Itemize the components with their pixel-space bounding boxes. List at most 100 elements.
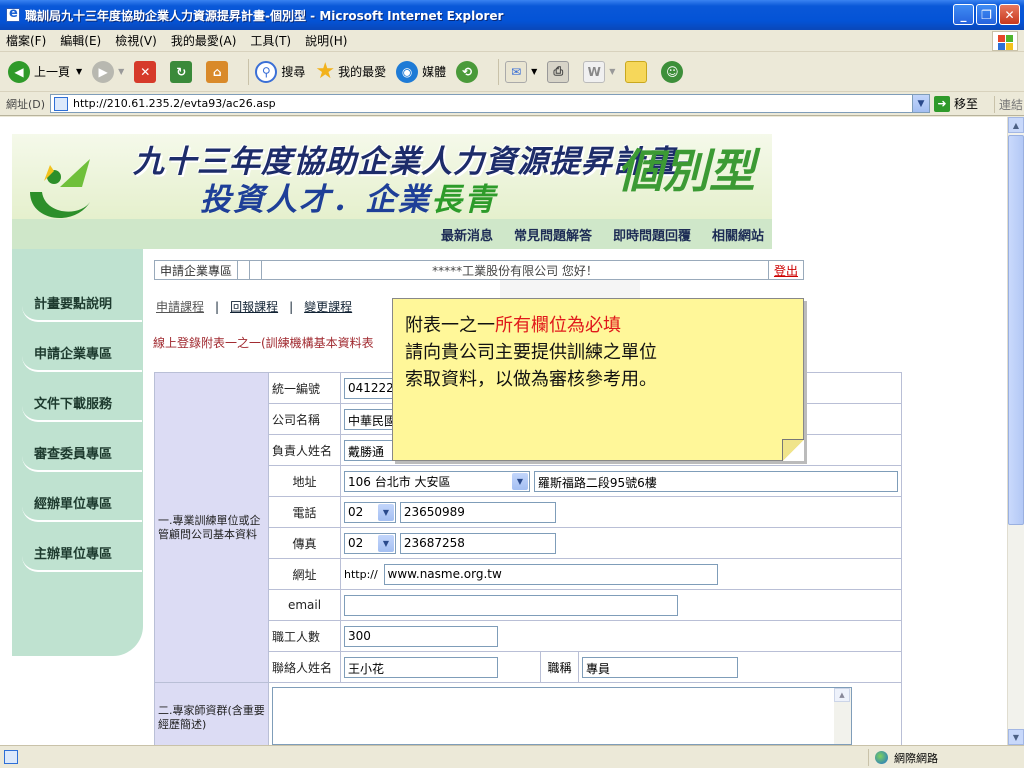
go-label: 移至	[954, 97, 979, 111]
chevron-down-icon: ▼	[378, 534, 394, 552]
nav-instant-reply[interactable]: 即時問題回覆	[613, 225, 691, 244]
menu-file[interactable]: 檔案(F)	[6, 32, 46, 49]
go-button[interactable]: ➜ 移至	[934, 95, 978, 112]
scroll-down-icon[interactable]: ▼	[1008, 729, 1024, 745]
section2-label: 二.專家師資群(含重要經歷簡述)	[154, 682, 269, 745]
street-field[interactable]: 羅斯福路二段95號6樓	[533, 470, 898, 492]
print-button[interactable]: ⎙	[547, 60, 573, 83]
search-icon: ⚲	[255, 60, 278, 83]
sidebar-item-operators[interactable]: 經辦單位專區	[12, 484, 143, 524]
go-arrow-icon: ➜	[934, 95, 950, 112]
media-button[interactable]: ◉ 媒體	[396, 60, 446, 83]
close-button[interactable]: ✕	[999, 4, 1020, 25]
phone-area-value: 02	[348, 505, 364, 519]
menu-view[interactable]: 檢視(V)	[115, 32, 157, 49]
textarea-scrollbar[interactable]: ▲	[834, 688, 851, 744]
forward-button[interactable]: ▶ ▼	[92, 60, 124, 83]
mail-button[interactable]: ✉ ▼	[505, 60, 538, 83]
tab-apply-course[interactable]: 申請課程	[156, 300, 204, 314]
email-field[interactable]	[344, 594, 678, 616]
menu-edit[interactable]: 編輯(E)	[60, 32, 101, 49]
back-label: 上一頁	[34, 65, 71, 79]
window-titlebar: 職訓局九十三年度協助企業人力資源提昇計畫-個別型 - Microsoft Int…	[0, 0, 1024, 30]
scroll-up-icon[interactable]: ▲	[834, 688, 850, 702]
sidebar-item-apply[interactable]: 申請企業專區	[12, 334, 143, 374]
sidebar-item-reviewers[interactable]: 審查委員專區	[12, 434, 143, 474]
favorites-label: 我的最愛	[338, 65, 387, 79]
district-select[interactable]: 106 台北市 大安區 ▼	[344, 470, 530, 492]
fax-area-value: 02	[348, 536, 364, 550]
status-bar: 網際網路	[0, 745, 1024, 768]
history-icon: ⟲	[456, 60, 479, 83]
scroll-thumb[interactable]	[1008, 135, 1024, 525]
contact-field[interactable]: 王小花	[344, 656, 498, 678]
logout-link[interactable]: 登出	[769, 261, 803, 279]
phone-area-select[interactable]: 02 ▼	[344, 501, 396, 523]
page-status-icon	[4, 750, 18, 764]
chevron-down-icon: ▼	[531, 67, 538, 76]
banner-slogan-b: 長青	[431, 182, 497, 218]
search-label: 搜尋	[281, 65, 306, 79]
address-input[interactable]: http://210.61.235.2/evta93/ac26.asp ▼	[50, 94, 930, 113]
district-value: 106 台北市 大安區	[348, 474, 451, 489]
edit-button[interactable]: W ▼	[583, 60, 616, 83]
sidebar-item-organizers[interactable]: 主辦單位專區	[12, 534, 143, 574]
menu-tools[interactable]: 工具(T)	[250, 32, 291, 49]
messenger-button[interactable]: ☺	[661, 60, 687, 83]
banner-title-line2: 投資人才．企業長青	[200, 174, 497, 219]
experts-textarea[interactable]: ▲	[272, 687, 852, 745]
menu-favorites[interactable]: 我的最愛(A)	[171, 32, 237, 49]
links-button[interactable]: 連結	[994, 96, 1023, 113]
scroll-up-icon[interactable]: ▲	[1008, 117, 1024, 133]
security-zone: 網際網路	[868, 749, 1018, 766]
page-viewport: 九十三年度協助企業人力資源提昇計畫- 投資人才．企業長青 個別型 計畫要點說明 …	[0, 117, 1007, 745]
star-icon: ★	[315, 59, 336, 84]
chevron-down-icon: ▼	[378, 503, 394, 521]
fax-field[interactable]: 23687258	[399, 532, 556, 554]
discuss-button[interactable]	[625, 60, 651, 83]
stop-button[interactable]: ✕	[134, 60, 160, 83]
tab-change-course[interactable]: 變更課程	[304, 300, 352, 314]
zone-label: 網際網路	[894, 751, 938, 765]
staff-field[interactable]: 300	[344, 625, 498, 647]
home-button[interactable]: ⌂	[206, 60, 232, 83]
maximize-button[interactable]: ❐	[976, 4, 997, 25]
favorites-button[interactable]: ★ 我的最愛	[315, 59, 386, 84]
note-line3: 索取資料，以做為審核參考用。	[405, 369, 657, 390]
menu-help[interactable]: 說明(H)	[305, 32, 347, 49]
fax-area-select[interactable]: 02 ▼	[344, 532, 396, 554]
nav-news[interactable]: 最新消息	[441, 225, 493, 244]
phone-field[interactable]: 23650989	[399, 501, 556, 523]
address-bar: 網址(D) http://210.61.235.2/evta93/ac26.as…	[0, 92, 1024, 116]
search-button[interactable]: ⚲ 搜尋	[255, 60, 306, 83]
mail-icon: ✉	[505, 60, 528, 83]
print-icon: ⎙	[547, 60, 570, 83]
sidebar-item-downloads[interactable]: 文件下載服務	[12, 384, 143, 424]
page-scrollbar[interactable]: ▲ ▼	[1007, 117, 1024, 745]
course-tabs: 申請課程 | 回報課程 | 變更課程	[156, 300, 353, 314]
address-label: 網址(D)	[6, 97, 46, 111]
tax-id-label: 統一編號	[268, 372, 341, 404]
nav-faq[interactable]: 常見問題解答	[514, 225, 592, 244]
minimize-button[interactable]: _	[953, 4, 974, 25]
tab-report-course[interactable]: 回報課程	[230, 300, 278, 314]
greeting-text: *****工業股份有限公司 您好！	[262, 261, 769, 279]
title-field[interactable]: 專員	[582, 656, 738, 678]
nav-related-sites[interactable]: 相關網站	[712, 225, 764, 244]
banner-type-label: 個別型	[617, 144, 755, 198]
refresh-icon: ↻	[170, 60, 193, 83]
contact-label: 聯絡人姓名	[268, 651, 341, 683]
home-icon: ⌂	[206, 60, 229, 83]
chevron-down-icon: ▼	[609, 67, 616, 76]
chevron-down-icon[interactable]: ▼	[912, 95, 929, 112]
history-button[interactable]: ⟲	[456, 60, 482, 83]
phone-label: 電話	[268, 496, 341, 528]
website-field[interactable]: www.nasme.org.tw	[383, 563, 718, 585]
back-button[interactable]: ◀ 上一頁 ▼	[8, 60, 82, 83]
company-label: 公司名稱	[268, 403, 341, 435]
sidebar-item-plan[interactable]: 計畫要點說明	[12, 284, 143, 324]
refresh-button[interactable]: ↻	[170, 60, 196, 83]
top-nav: 最新消息 常見問題解答 即時問題回覆 相關網站	[12, 219, 772, 249]
owner-label: 負責人姓名	[268, 434, 341, 466]
note-prefix: 附表一之一	[405, 315, 495, 336]
